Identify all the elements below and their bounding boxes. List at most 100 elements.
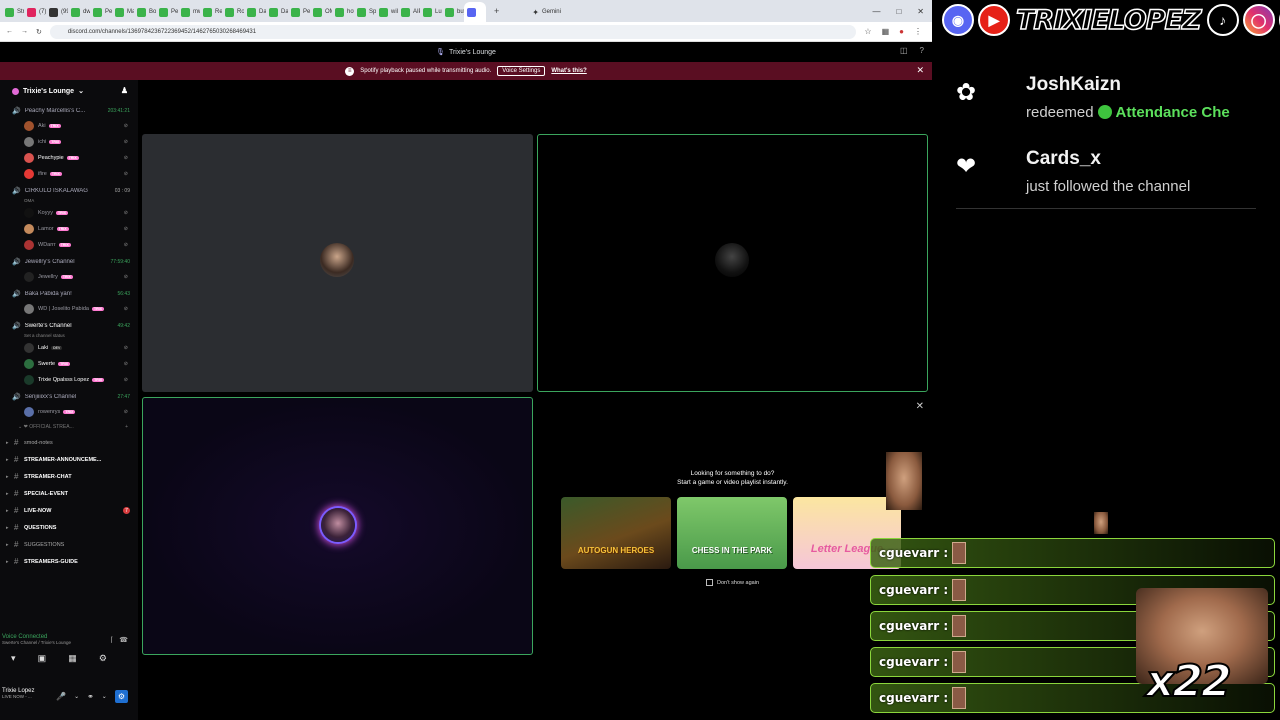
browser-tab[interactable]: OMZ (310, 2, 332, 22)
user-name: Laki (38, 345, 49, 351)
screen-share-icon[interactable]: ▣ (38, 653, 47, 664)
browser-tab[interactable]: wilde (376, 2, 398, 22)
server-header[interactable]: Trixie's Lounge ⌄ ♟ (0, 80, 138, 102)
game-autogun-heroes[interactable]: AUTOGUN HEROES (561, 497, 671, 569)
browser-tab[interactable]: (99+) (46, 2, 68, 22)
minimize-icon[interactable]: — (872, 7, 880, 16)
voice-user[interactable]: WDarrr TRIX ⊘ (0, 237, 138, 253)
forward-icon[interactable]: → (21, 28, 28, 35)
text-channel[interactable]: ▸ # STREAMERS-GUIDE (0, 553, 138, 570)
voice-user[interactable]: ifire TRIX ⊘ (0, 166, 138, 182)
add-channel-icon[interactable]: + (125, 424, 138, 430)
whats-this-link[interactable]: What's this? (551, 68, 586, 74)
text-channel[interactable]: ▸ # SUGGESTIONS (0, 536, 138, 553)
voice-user[interactable]: Koyyy TRIX ⊘ (0, 205, 138, 221)
text-channel-name: smod-notes (24, 439, 53, 446)
close-activity-icon[interactable]: ✕ (916, 401, 924, 412)
menu-icon[interactable]: ⋮ (914, 27, 922, 36)
tab-favicon-icon (181, 7, 190, 17)
disconnect-icon[interactable]: ☎ (119, 636, 128, 644)
voice-channel[interactable]: 🔊 Baka Pabida yan! 56:43 (0, 287, 138, 301)
tab-label: Danyo (259, 9, 266, 15)
text-channel[interactable]: ▸ # LIVE-NOW 7 (0, 502, 138, 519)
close-window-icon[interactable]: ✕ (917, 7, 924, 16)
hash-icon: # (14, 540, 19, 549)
browser-tab[interactable]: Daren (266, 2, 288, 22)
browser-tab[interactable]: hotsy (332, 2, 354, 22)
game-chess-in-the-park[interactable]: CHESS IN THE PARK (677, 497, 787, 569)
browser-tab-gemini[interactable]: ✦ Gemini (529, 2, 619, 22)
text-channel[interactable]: ▸ # smod-notes (0, 434, 138, 451)
tab-favicon-icon (27, 7, 36, 17)
voice-user[interactable]: Peachypie TRIX ⊘ (0, 150, 138, 166)
avatar (24, 153, 34, 163)
close-notice-icon[interactable]: ✕ (916, 65, 924, 76)
help-icon[interactable]: ? (920, 46, 924, 55)
deafen-icon[interactable]: ⚭ (87, 692, 94, 701)
invite-icon[interactable]: ♟ (121, 86, 128, 95)
browser-tab[interactable]: Pepeu (288, 2, 310, 22)
chevron-down-icon[interactable]: ⌄ (74, 693, 79, 700)
browser-tab[interactable]: Roma (222, 2, 244, 22)
voice-user[interactable]: Trixie Qpalsss Lopez TRIX ⊘ (0, 372, 138, 388)
settings-gear-icon[interactable]: ⚙ (114, 690, 128, 703)
kekw-emote (952, 615, 967, 637)
mute-icon[interactable]: 🎤 (56, 692, 66, 701)
text-channel[interactable]: ▸ # QUESTIONS (0, 519, 138, 536)
browser-tab[interactable]: Strea (2, 2, 24, 22)
browser-tab[interactable]: Danyo (244, 2, 266, 22)
profile-icon[interactable]: ● (899, 27, 904, 36)
reload-icon[interactable]: ↻ (36, 28, 42, 36)
maximize-icon[interactable]: □ (896, 7, 901, 16)
camera-icon[interactable]: ▾ (11, 653, 16, 664)
voice-channel[interactable]: 🔊 CIRKULO ISKALAWAG 03 : 09 (0, 184, 138, 198)
soundboard-icon[interactable]: ⚙ (99, 653, 107, 664)
voice-channel[interactable]: 🔊 Swerte's Channel 49:42 (0, 319, 138, 333)
voice-user[interactable]: WD | Joselito Pabida TRIX ⊘ (0, 301, 138, 317)
chevron-down-icon[interactable]: ⌄ (102, 693, 107, 700)
tab-label: Spicy (369, 9, 376, 15)
voice-channel[interactable]: 🔊 Senjiiiixx's Channel 27:47 (0, 390, 138, 404)
activities-icon[interactable]: ▦ (68, 653, 77, 664)
noise-suppression-icon[interactable]: ⌈ (111, 636, 114, 644)
browser-tab[interactable]: Peach (156, 2, 178, 22)
bookmark-star-icon[interactable]: ☆ (864, 27, 871, 36)
browser-tab[interactable]: AIPLA (398, 2, 420, 22)
text-channel[interactable]: ▸ # STREAMER-CHAT (0, 468, 138, 485)
browser-tab[interactable]: Spicy (354, 2, 376, 22)
inbox-icon[interactable]: ◫ (900, 46, 908, 55)
voice-user[interactable]: Laki DEV ⊘ (0, 340, 138, 356)
browser-tab[interactable]: Marti (112, 2, 134, 22)
avatar (24, 137, 34, 147)
voice-settings-button[interactable]: Voice Settings (497, 66, 546, 76)
voice-user[interactable]: ichi TRIX ⊘ (0, 134, 138, 150)
browser-tab[interactable] (464, 2, 486, 22)
browser-tab[interactable]: Redbli (200, 2, 222, 22)
checkbox[interactable] (705, 579, 713, 586)
voice-channel[interactable]: 🔊 Peachy Marcellis's C... 203:41:21 (0, 104, 138, 118)
back-icon[interactable]: ← (6, 28, 13, 35)
new-tab-icon[interactable]: + (494, 6, 499, 16)
user-tag-badge: TRIX (58, 243, 71, 247)
browser-tab[interactable]: dwlkli (68, 2, 90, 22)
extensions-icon[interactable]: ▦ (882, 27, 890, 36)
category-header[interactable]: ⌄ ❤ OFFICIAL STREA... + (0, 420, 138, 434)
voice-user[interactable]: Swerte TRIX ⊘ (0, 356, 138, 372)
video-tile-3[interactable] (142, 397, 533, 655)
browser-tab[interactable]: buyey (442, 2, 464, 22)
text-channel[interactable]: ▸ # SPECIAL-EVENT (0, 485, 138, 502)
browser-tab[interactable]: Pecha (90, 2, 112, 22)
text-channel[interactable]: ▸ # STREAMER-ANNOUNCEME... (0, 451, 138, 468)
voice-user[interactable]: rowenrys TRIX ⊘ (0, 404, 138, 420)
browser-tab[interactable]: mwnzy (178, 2, 200, 22)
voice-user[interactable]: Lamor TRIX ⊘ (0, 221, 138, 237)
voice-user[interactable]: Jewellry TRIX ⊘ (0, 269, 138, 285)
browser-tab[interactable]: LuPR (420, 2, 442, 22)
browser-tab[interactable]: (7) Fa (24, 2, 46, 22)
voice-user[interactable]: Aki TRIX ⊘ (0, 118, 138, 134)
voice-channel[interactable]: 🔊 Jewellry's Channel 77:59:40 (0, 255, 138, 269)
video-tile-1[interactable] (142, 134, 533, 392)
url-field[interactable]: discord.com/channels/1369784236722369452… (49, 24, 857, 39)
video-tile-2[interactable] (537, 134, 928, 392)
browser-tab[interactable]: Bolaki (134, 2, 156, 22)
